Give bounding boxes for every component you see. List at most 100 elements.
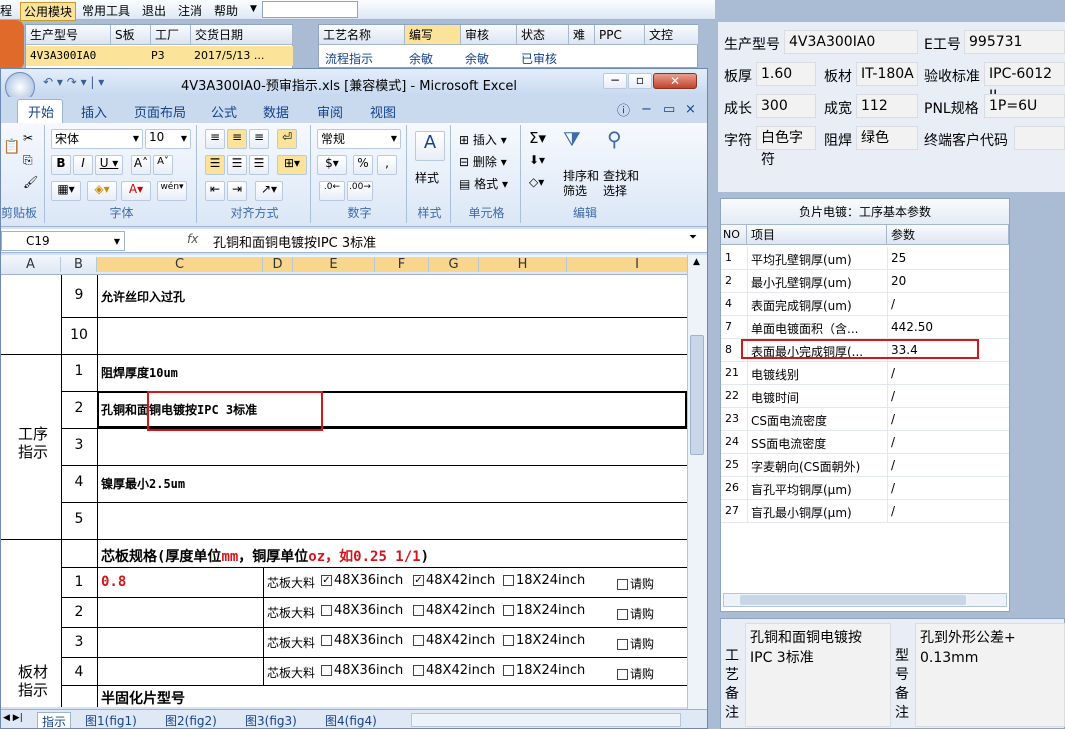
menu-item-help[interactable]: 帮助: [214, 2, 238, 19]
customer-field[interactable]: [1014, 126, 1065, 150]
thickness-field[interactable]: 1.60: [756, 62, 816, 86]
table-row[interactable]: 4V3A300IA0 P3 2017/5/13 ...: [26, 46, 293, 66]
tab-formulas[interactable]: 公式: [211, 102, 237, 121]
copy-icon[interactable]: ⎘: [23, 153, 33, 168]
menu-dropdown-icon[interactable]: ▼: [250, 4, 257, 14]
process-note-text[interactable]: 孔铜和面铜电镀按 IPC 3标准: [745, 623, 891, 727]
menu-item-tools[interactable]: 常用工具: [82, 2, 130, 19]
sheet-tab[interactable]: 指示: [37, 712, 72, 728]
col-header[interactable]: 生产型号: [26, 25, 111, 45]
checkbox-icon[interactable]: [617, 669, 628, 680]
checkbox-icon[interactable]: [413, 665, 424, 676]
model-field[interactable]: 4V3A300IA0: [784, 30, 918, 54]
size-checkbox[interactable]: 48X42inch: [413, 633, 495, 648]
formula-input[interactable]: 孔铜和面铜电镀按IPC 3标准: [213, 232, 376, 251]
tab-data[interactable]: 数据: [263, 102, 289, 121]
font-color-button[interactable]: A▾: [121, 181, 151, 201]
cell-text[interactable]: 镍厚最小2.5um: [101, 475, 185, 492]
size-checkbox[interactable]: 48X42inch: [413, 663, 495, 678]
align-top-button[interactable]: ≡: [205, 129, 225, 149]
size-checkbox[interactable]: 48X36inch: [321, 603, 403, 618]
table-row[interactable]: 23 CS面电流密度 /: [721, 408, 1009, 431]
table-row[interactable]: 21 电镀线别 /: [721, 362, 1009, 385]
menu-item-exit[interactable]: 退出: [142, 2, 166, 19]
col-header[interactable]: 编写: [405, 25, 461, 45]
horizontal-scrollbar[interactable]: [411, 713, 681, 727]
align-bottom-button[interactable]: ≡: [249, 129, 269, 149]
checkbox-icon[interactable]: [503, 635, 514, 646]
table-row[interactable]: 22 电镀时间 /: [721, 385, 1009, 408]
insert-cells-button[interactable]: ⊞ 插入 ▾: [459, 131, 507, 148]
dec-decimal-button[interactable]: .00→: [347, 181, 373, 201]
checkbox-icon[interactable]: [503, 605, 514, 616]
table-row[interactable]: 1 平均孔壁铜厚(um) 25: [721, 247, 1009, 270]
delete-cells-button[interactable]: ⊟ 删除 ▾: [459, 153, 507, 170]
employee-field[interactable]: 995731: [964, 30, 1065, 54]
scroll-thumb[interactable]: [740, 595, 966, 605]
checkbox-icon[interactable]: [617, 639, 628, 650]
align-center-button[interactable]: ☰: [227, 155, 247, 175]
percent-button[interactable]: %: [353, 155, 373, 175]
checkbox-icon[interactable]: [321, 665, 332, 676]
request-checkbox[interactable]: 请购: [617, 635, 654, 652]
border-button[interactable]: ▦▾: [51, 181, 81, 201]
length-field[interactable]: 300: [756, 94, 816, 118]
col-a[interactable]: A: [1, 257, 61, 272]
number-format-select[interactable]: 常规 ▼: [317, 129, 401, 149]
checkbox-icon[interactable]: [617, 609, 628, 620]
tab-nav-icon[interactable]: ◀ ▶|: [3, 713, 23, 723]
size-checkbox[interactable]: ✓ 48X42inch: [413, 573, 495, 588]
col-header[interactable]: S板: [111, 25, 151, 45]
col-header[interactable]: NO: [721, 225, 747, 245]
wrap-text-button[interactable]: ⏎: [277, 129, 297, 149]
bold-button[interactable]: B: [51, 155, 71, 175]
sheet-tab[interactable]: 图3(fig3): [245, 712, 297, 728]
checkbox-icon[interactable]: [321, 635, 332, 646]
sort-filter-icon[interactable]: ⧩: [563, 127, 581, 151]
menu-item-public[interactable]: 公用模块: [20, 2, 77, 21]
table-row[interactable]: 7 单面电镀面积（含... 442.50: [721, 316, 1009, 339]
col-h[interactable]: H: [479, 257, 567, 272]
sheet-grid[interactable]: 9 允许丝印入过孔 10 1 阻焊厚度10um 2 孔铜和面铜电镀按IPC 3标…: [1, 275, 687, 707]
checkbox-icon[interactable]: [413, 635, 424, 646]
table-row[interactable]: 25 字麦朝向(CS面朝外) /: [721, 454, 1009, 477]
col-header[interactable]: 难: [569, 25, 595, 45]
font-name-select[interactable]: 宋体 ▼: [51, 129, 143, 149]
sheet-tab[interactable]: 图4(fig4): [325, 712, 377, 728]
core-thickness[interactable]: 0.8: [101, 574, 126, 590]
inc-decimal-button[interactable]: .0←: [319, 181, 345, 201]
minimize-button[interactable]: −: [603, 73, 627, 89]
col-header[interactable]: 交货日期: [191, 25, 293, 45]
material-field[interactable]: IT-180A: [856, 62, 918, 86]
col-i[interactable]: I: [567, 257, 707, 272]
size-checkbox[interactable]: 48X36inch: [321, 633, 403, 648]
indent-inc-button[interactable]: ⇥: [227, 181, 247, 201]
width-field[interactable]: 112: [856, 94, 918, 118]
pnl-field[interactable]: 1P=6U: [984, 94, 1065, 118]
size-checkbox[interactable]: 18X24inch: [503, 603, 585, 618]
table-row[interactable]: 2 最小孔壁铜厚(um) 20: [721, 270, 1009, 293]
standard-field[interactable]: IPC-6012 II: [984, 62, 1065, 104]
fill-icon[interactable]: ⬇▾: [529, 153, 545, 167]
checkbox-icon[interactable]: [503, 665, 514, 676]
col-d[interactable]: D: [263, 257, 293, 272]
col-header[interactable]: 状态: [517, 25, 569, 45]
checkbox-icon[interactable]: ✓: [413, 575, 424, 586]
underline-button[interactable]: U ▾: [95, 155, 123, 175]
table-row[interactable]: 24 SS面电流密度 /: [721, 431, 1009, 454]
grid-hscroll[interactable]: [723, 593, 1007, 607]
col-header[interactable]: 项目: [747, 225, 887, 245]
cell-reviewer[interactable]: 余敏: [465, 50, 489, 67]
table-row[interactable]: 27 盲孔最小铜厚(μm) /: [721, 500, 1009, 523]
paste-icon[interactable]: 📋: [3, 139, 20, 155]
size-checkbox[interactable]: 48X36inch: [321, 663, 403, 678]
fx-icon[interactable]: fx: [187, 232, 198, 246]
expand-formula-icon[interactable]: ⏷: [689, 232, 697, 243]
sort-filter-label[interactable]: 排序和筛选: [563, 169, 603, 199]
sheet-tab[interactable]: 图2(fig2): [165, 712, 217, 728]
char-field[interactable]: 白色字符: [756, 126, 816, 168]
module-select[interactable]: [262, 1, 358, 18]
font-size-select[interactable]: 10 ▼: [145, 129, 191, 149]
find-select-icon[interactable]: ⚲: [607, 127, 622, 151]
size-checkbox[interactable]: 18X24inch: [503, 573, 585, 588]
